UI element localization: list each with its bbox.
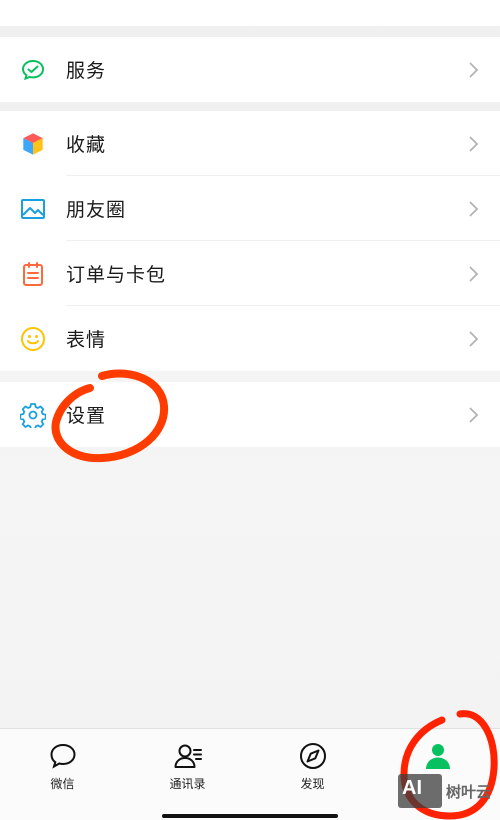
menu-item-label: 订单与卡包 [66,264,167,286]
menu-group-settings: 设置 [0,382,500,447]
menu-group-service: 服务 [0,37,500,102]
moments-image-icon [21,198,45,219]
menu-item-label: 收藏 [66,134,107,156]
menu-item-settings[interactable]: 设置 [0,382,500,447]
chat-bubble-icon [49,743,76,769]
gear-icon [20,402,46,428]
contacts-icon [174,744,202,768]
menu-item-label: 表情 [66,329,107,351]
watermark-logo-text: AI [402,777,422,799]
menu-item-label: 朋友圈 [66,199,127,221]
favorites-cube-icon [22,132,44,155]
tab-wechat[interactable]: 微信 [0,729,125,820]
person-icon [425,744,450,769]
chevron-right-icon [469,61,479,78]
chevron-right-icon [469,265,479,282]
tab-label: 发现 [300,777,325,791]
home-indicator [162,814,338,818]
watermark-logo: AI [398,774,442,808]
chevron-right-icon [469,330,479,347]
menu-item-stickers[interactable]: 表情 [0,306,500,371]
chevron-right-icon [469,135,479,152]
tab-label: 微信 [50,777,75,791]
tab-contacts[interactable]: 通讯录 [125,729,250,820]
menu-item-moments[interactable]: 朋友圈 [0,176,500,241]
menu-item-label: 服务 [66,60,107,82]
watermark: AI 树叶云 [398,772,500,812]
sticker-smiley-icon [21,326,45,351]
compass-icon [299,743,326,769]
menu-item-label: 设置 [66,405,107,427]
me-page: 服务 收藏 朋友圈 订单与卡包 表情 设置 微信 通讯录 发现 AI 树叶云 [0,0,500,820]
top-strip [0,0,500,26]
menu-item-orders[interactable]: 订单与卡包 [0,241,500,306]
chevron-right-icon [469,406,479,423]
wechat-pay-icon [21,59,45,80]
orders-clipboard-icon [23,261,43,286]
menu-group-main: 收藏 朋友圈 订单与卡包 表情 [0,111,500,371]
tab-discover[interactable]: 发现 [250,729,375,820]
menu-item-service[interactable]: 服务 [0,37,500,102]
menu-item-favorites[interactable]: 收藏 [0,111,500,176]
chevron-right-icon [469,200,479,217]
tab-label: 通讯录 [169,777,206,791]
watermark-text: 树叶云 [446,783,492,801]
